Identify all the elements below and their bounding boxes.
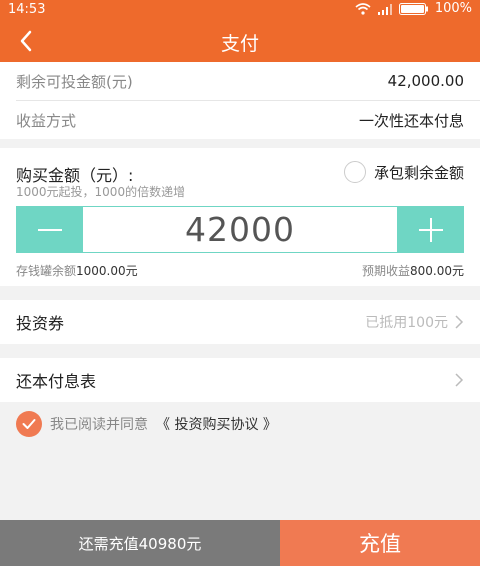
agreement-checkbox[interactable] bbox=[16, 411, 42, 437]
contract-remaining-option[interactable]: 承包剩余金额 bbox=[343, 161, 464, 183]
summary-card: 剩余可投金额(元) 42,000.00 收益方式 一次性还本付息 bbox=[0, 62, 480, 139]
agreement-prefix: 我已阅读并同意 bbox=[50, 417, 148, 433]
agreement-link[interactable]: 《 投资购买协议 》 bbox=[156, 414, 277, 434]
chevron-right-icon bbox=[455, 315, 464, 329]
piggy-bank-label: 存钱罐余额 bbox=[16, 264, 77, 278]
battery-icon bbox=[398, 2, 428, 15]
checkmark-icon bbox=[22, 419, 36, 429]
repayment-schedule-label: 还本付息表 bbox=[16, 372, 97, 391]
income-method-label: 收益方式 bbox=[16, 111, 77, 130]
income-method-row: 收益方式 一次性还本付息 bbox=[0, 101, 480, 139]
plus-icon bbox=[418, 217, 443, 242]
piggy-bank-value: 1000.00元 bbox=[76, 264, 138, 278]
nav-bar: 支付 bbox=[0, 20, 480, 62]
coupon-row[interactable]: 投资券 已抵用100元 bbox=[0, 300, 480, 344]
income-method-value: 一次性还本付息 bbox=[358, 111, 464, 130]
contract-remaining-label: 承包剩余金额 bbox=[373, 163, 464, 182]
battery-percent: 100% bbox=[434, 1, 472, 16]
expected-income-label: 预期收益 bbox=[361, 264, 410, 278]
status-bar: 14:53 100% bbox=[0, 0, 480, 20]
signal-icon bbox=[377, 3, 392, 15]
decrease-button[interactable] bbox=[16, 206, 83, 253]
increase-button[interactable] bbox=[397, 206, 464, 253]
expected-income-value: 800.00元 bbox=[410, 264, 464, 278]
purchase-amount-hint: 1000元起投，1000的倍数递增 bbox=[16, 185, 186, 199]
page-title: 支付 bbox=[220, 33, 259, 55]
expected-income: 预期收益800.00元 bbox=[362, 262, 464, 279]
status-time: 14:53 bbox=[8, 2, 46, 17]
minus-icon bbox=[37, 228, 62, 231]
chevron-right-icon bbox=[455, 373, 464, 387]
contract-remaining-radio[interactable] bbox=[343, 161, 366, 183]
coupon-label: 投资券 bbox=[16, 314, 65, 333]
amount-stepper: 42000 bbox=[16, 206, 464, 253]
piggy-bank-balance: 存钱罐余额1000.00元 bbox=[16, 262, 138, 279]
amount-input[interactable]: 42000 bbox=[84, 207, 396, 252]
coupon-value: 已抵用100元 bbox=[365, 315, 448, 331]
recharge-needed-label: 还需充值40980元 bbox=[0, 520, 280, 566]
status-icons: 100% bbox=[355, 1, 472, 16]
remaining-amount-label: 剩余可投金额(元) bbox=[16, 72, 133, 91]
repayment-schedule-row[interactable]: 还本付息表 bbox=[0, 358, 480, 402]
recharge-button[interactable]: 充值 bbox=[280, 520, 480, 566]
agreement-row: 我已阅读并同意 《 投资购买协议 》 bbox=[16, 411, 277, 437]
remaining-amount-value: 42,000.00 bbox=[387, 72, 464, 90]
remaining-amount-row: 剩余可投金额(元) 42,000.00 bbox=[0, 62, 480, 100]
repayment-schedule-arrow bbox=[454, 373, 464, 387]
wifi-icon bbox=[355, 2, 371, 15]
coupon-status: 已抵用100元 bbox=[365, 312, 464, 332]
